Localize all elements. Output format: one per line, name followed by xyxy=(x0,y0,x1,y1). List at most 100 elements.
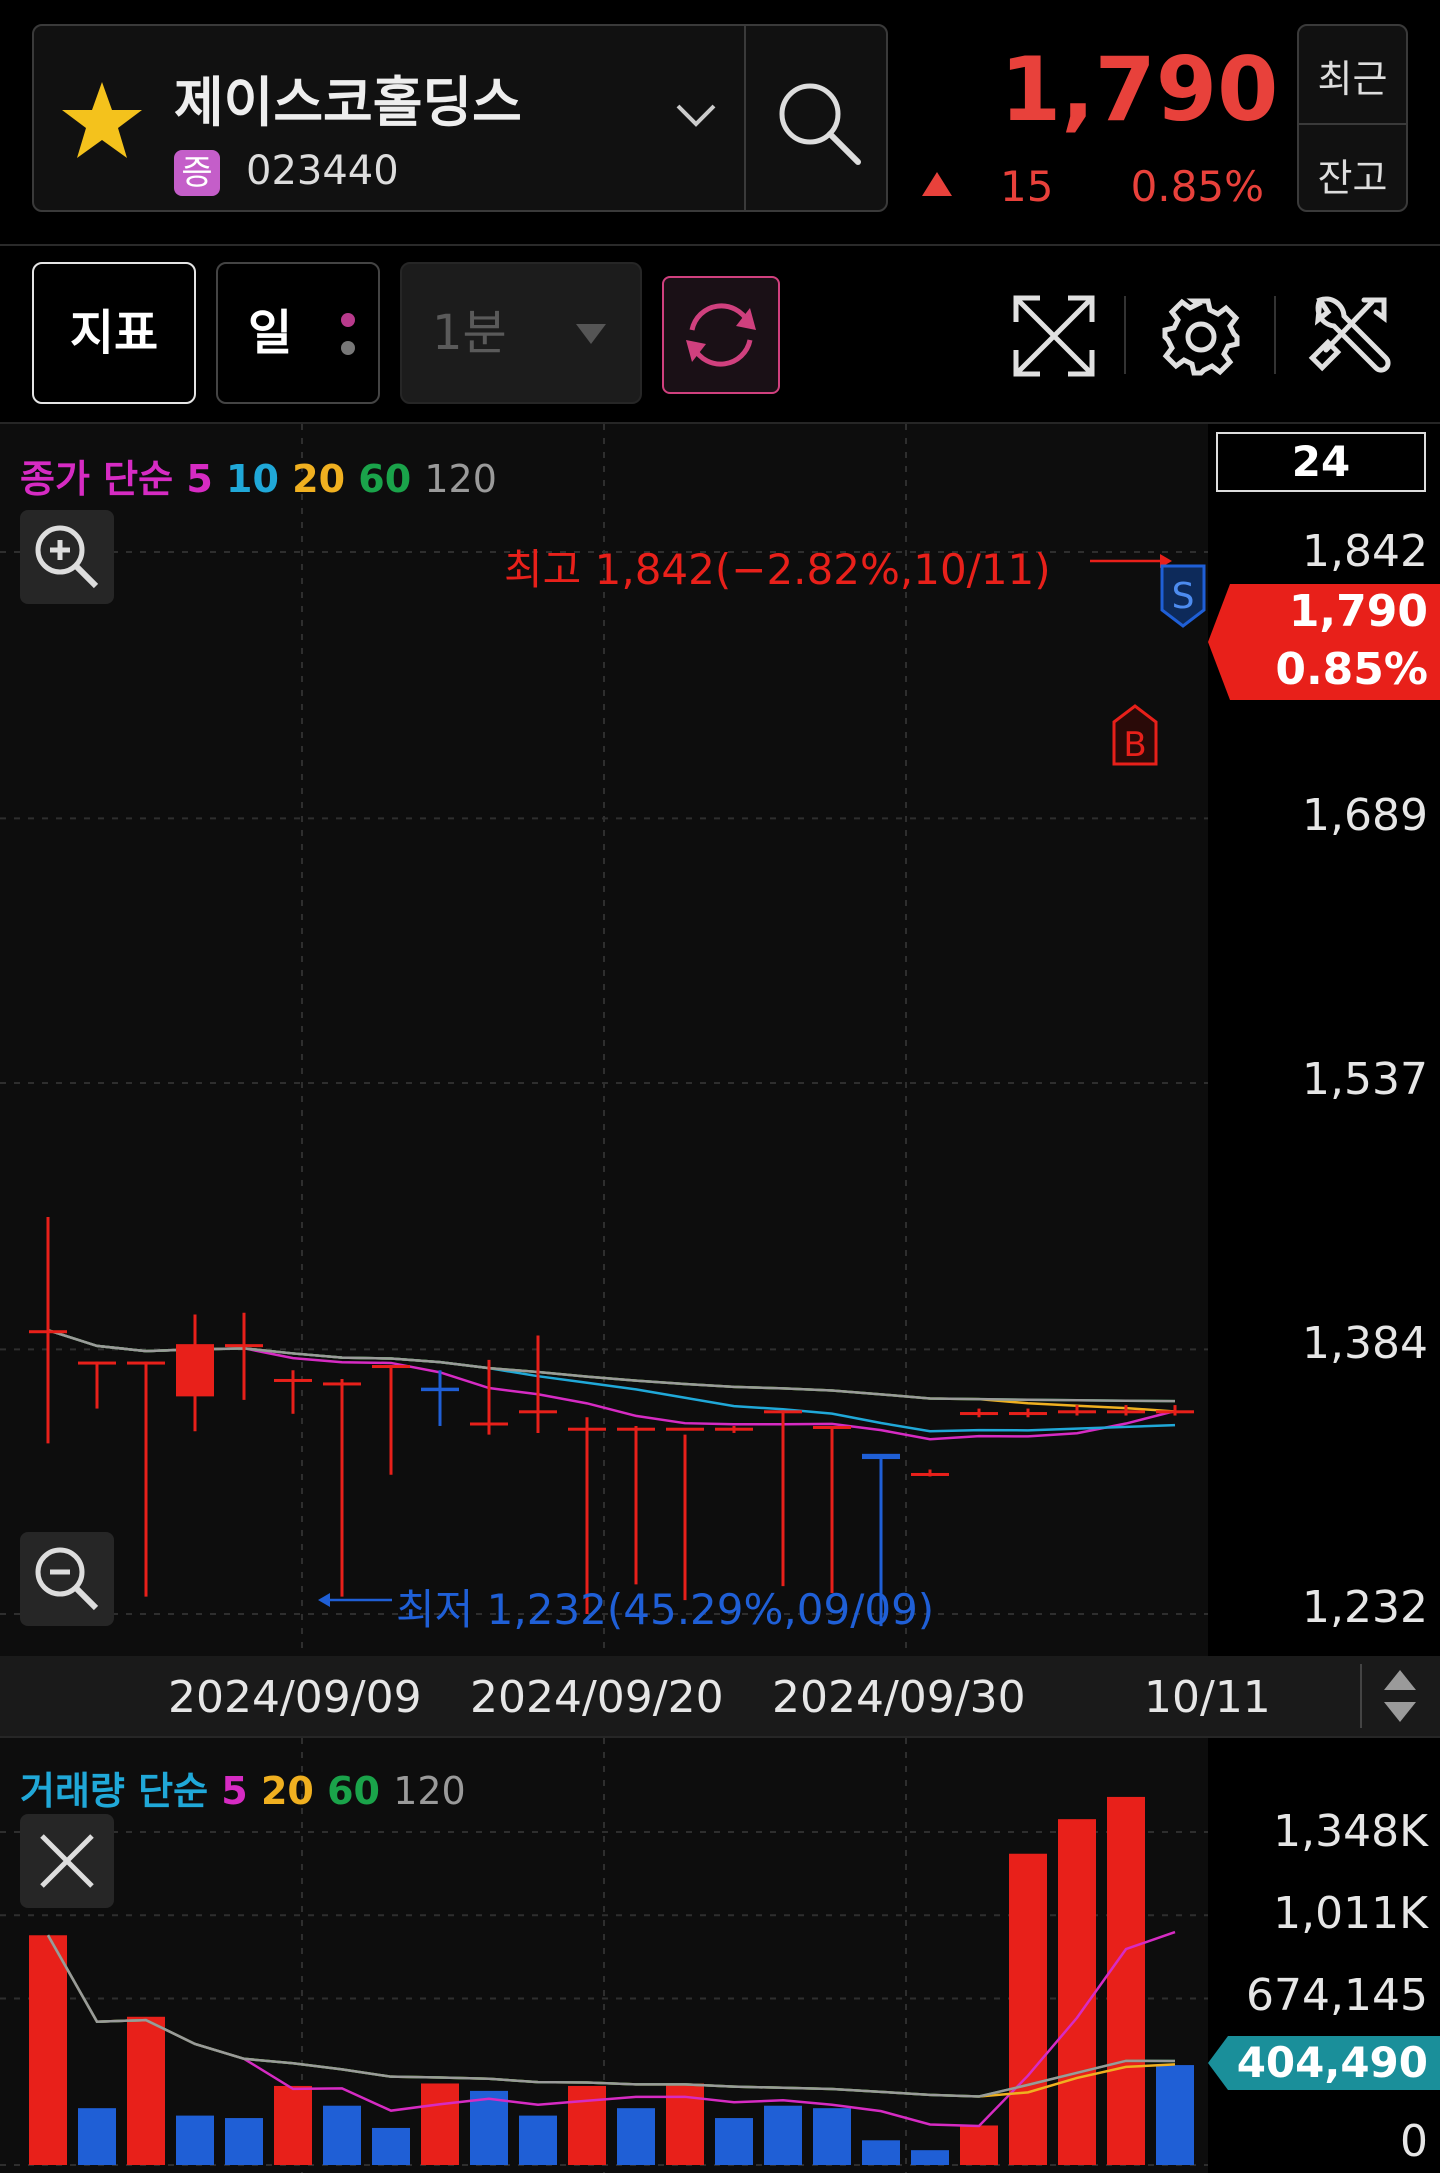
current-price-tag-pct: 0.85% xyxy=(1275,644,1428,695)
volume-bar xyxy=(960,2125,998,2165)
candle xyxy=(617,1425,655,1585)
candle-body xyxy=(323,1382,361,1386)
candle-body xyxy=(1009,1412,1047,1416)
candle-body xyxy=(274,1378,312,1382)
volume-bar xyxy=(274,2085,312,2165)
chevron-down-icon[interactable] xyxy=(674,100,718,130)
candle-body xyxy=(176,1344,214,1397)
candle xyxy=(78,1361,116,1409)
legend-ma5: 5 xyxy=(221,1769,248,1813)
current-price-tag-value: 1,790 xyxy=(1288,586,1428,637)
price-chart[interactable]: SB xyxy=(0,424,1208,1656)
legend-label: 종가 단순 xyxy=(20,457,174,501)
up-arrow-icon xyxy=(922,172,952,196)
candle-body xyxy=(1058,1410,1096,1414)
x-label: 2024/09/20 xyxy=(470,1672,724,1723)
volume-bar xyxy=(372,2127,410,2165)
volume-bar xyxy=(519,2115,557,2165)
candle-body xyxy=(862,1453,900,1460)
candle xyxy=(911,1469,949,1477)
indicator-button[interactable]: 지표 xyxy=(32,262,196,404)
candle-body xyxy=(1107,1410,1145,1414)
volume-bar xyxy=(1009,1853,1047,2165)
settings-gear-icon[interactable] xyxy=(1158,294,1244,380)
candle xyxy=(764,1410,802,1587)
sell-marker-label: S xyxy=(1172,576,1195,617)
volume-ma-legend: 거래량 단순 5 20 60 120 xyxy=(20,1760,466,1815)
candle-body xyxy=(29,1330,67,1334)
x-label: 10/11 xyxy=(1144,1672,1271,1723)
legend-ma60: 60 xyxy=(358,457,412,501)
volume-bar xyxy=(568,2085,606,2165)
volume-bar xyxy=(911,2150,949,2165)
search-icon[interactable] xyxy=(772,76,864,168)
candle-body xyxy=(1156,1410,1194,1414)
y-label: 1,842 xyxy=(1302,526,1428,577)
price-change-pct: 0.85% xyxy=(1130,162,1264,211)
ma-line-60 xyxy=(47,1329,1176,1403)
y-label: 1,384 xyxy=(1302,1318,1428,1369)
volume-ma-line-20 xyxy=(46,1934,1176,2098)
divider xyxy=(744,26,746,210)
candle-body xyxy=(568,1427,606,1431)
tools-icon[interactable] xyxy=(1306,292,1394,380)
zoom-in-button[interactable] xyxy=(20,510,114,604)
period-dots-icon xyxy=(341,313,355,355)
volume-bar xyxy=(470,2090,508,2165)
scroll-updown-icon[interactable] xyxy=(1380,1668,1420,1724)
ma-line-5 xyxy=(47,1329,1176,1441)
zoom-out-icon xyxy=(35,1547,99,1611)
vol-y-label: 0 xyxy=(1400,2116,1428,2167)
refresh-icon xyxy=(686,303,756,367)
vol-y-label: 1,348K xyxy=(1273,1806,1428,1857)
candle xyxy=(960,1408,998,1418)
legend-ma20: 20 xyxy=(260,1769,314,1813)
stock-code: 023440 xyxy=(246,148,399,194)
zoom-out-button[interactable] xyxy=(20,1532,114,1626)
fullscreen-icon[interactable] xyxy=(1010,292,1098,380)
y-label: 1,689 xyxy=(1302,790,1428,841)
current-volume-value: 404,490 xyxy=(1236,2038,1428,2087)
candle xyxy=(421,1370,459,1426)
volume-bar xyxy=(176,2115,214,2165)
divider xyxy=(1299,123,1406,125)
volume-bar xyxy=(617,2108,655,2165)
low-arrow-head xyxy=(318,1593,330,1607)
volume-bar xyxy=(862,2140,900,2165)
ma-line-10 xyxy=(47,1329,1176,1433)
star-icon[interactable] xyxy=(58,78,146,162)
volume-ma-line-60 xyxy=(46,1934,1176,2098)
divider xyxy=(0,244,1440,246)
current-price: 1,790 xyxy=(1000,38,1279,141)
volume-ma-line-5 xyxy=(46,1930,1176,2128)
candle-body xyxy=(127,1361,165,1365)
price-ma-legend: 종가 단순 5 10 20 60 120 xyxy=(20,448,497,503)
price-change: 15 xyxy=(1000,162,1054,211)
volume-bar xyxy=(421,2083,459,2165)
candle xyxy=(715,1425,753,1433)
x-label: 2024/09/09 xyxy=(168,1672,422,1723)
refresh-button[interactable] xyxy=(662,276,780,394)
candle xyxy=(813,1425,851,1594)
ma-line-120 xyxy=(47,1329,1176,1403)
volume-bar xyxy=(78,2108,116,2165)
zoom-in-icon xyxy=(35,525,99,589)
period-label: 일 xyxy=(248,305,293,361)
divider xyxy=(1360,1664,1362,1728)
candle-count-box[interactable]: 24 xyxy=(1216,432,1426,492)
candle xyxy=(666,1427,704,1601)
legend-ma60: 60 xyxy=(327,1769,380,1813)
candle-body xyxy=(911,1472,949,1476)
candle-body xyxy=(666,1427,704,1431)
caret-down-icon xyxy=(576,324,606,344)
candle-body xyxy=(715,1427,753,1431)
legend-label: 거래량 단순 xyxy=(20,1769,209,1813)
recent-balance-button[interactable]: 최근 잔고 xyxy=(1297,24,1408,212)
volume-bar xyxy=(225,2118,263,2165)
buy-marker-label: B xyxy=(1123,725,1146,765)
close-volume-button[interactable] xyxy=(20,1814,114,1908)
high-annotation: 최고 1,842(−2.82%,10/11) xyxy=(504,545,1051,594)
vol-y-label: 1,011K xyxy=(1273,1888,1428,1939)
volume-bar xyxy=(29,1935,67,2165)
candle-body xyxy=(470,1422,508,1426)
